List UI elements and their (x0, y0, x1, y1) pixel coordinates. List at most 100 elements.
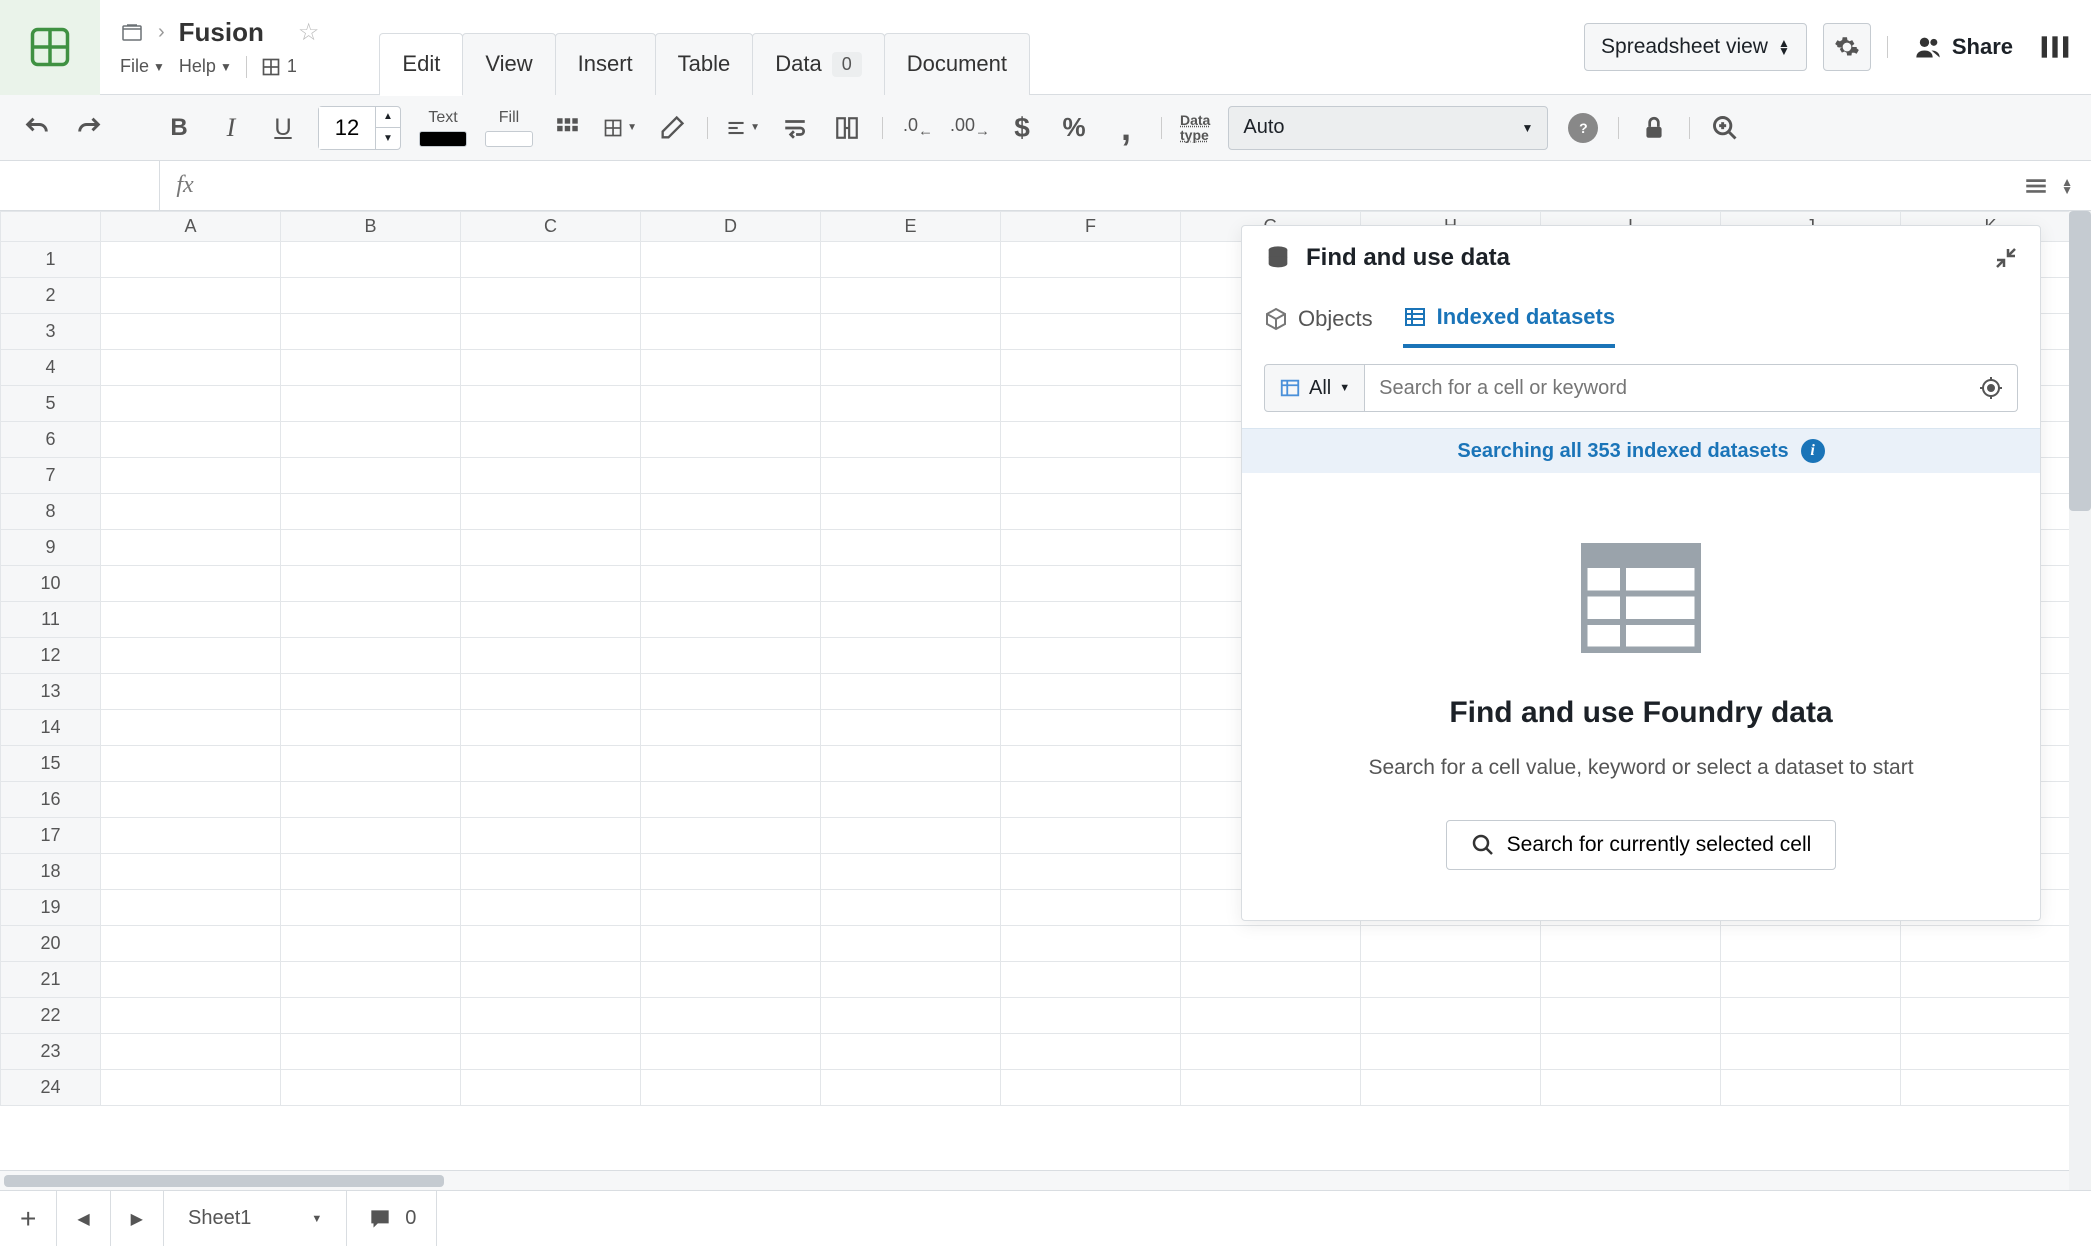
row-header[interactable]: 19 (1, 890, 101, 926)
next-sheet-button[interactable]: ▶ (111, 1191, 164, 1246)
cell[interactable] (101, 458, 281, 494)
column-header[interactable]: D (641, 212, 821, 242)
cell[interactable] (1001, 746, 1181, 782)
cell[interactable] (101, 854, 281, 890)
cell[interactable] (461, 458, 641, 494)
cell[interactable] (1721, 962, 1901, 998)
vertical-scrollbar[interactable] (2069, 211, 2091, 1190)
prev-sheet-button[interactable]: ◀ (57, 1191, 110, 1246)
cell[interactable] (461, 350, 641, 386)
cell[interactable] (461, 782, 641, 818)
cell[interactable] (641, 818, 821, 854)
cell[interactable] (1001, 890, 1181, 926)
thousands-button[interactable]: , (1109, 111, 1143, 145)
cell[interactable] (821, 458, 1001, 494)
info-icon[interactable]: i (1801, 439, 1825, 463)
cell[interactable] (281, 674, 461, 710)
cell[interactable] (461, 1034, 641, 1070)
cell[interactable] (641, 962, 821, 998)
cell[interactable] (101, 386, 281, 422)
cell[interactable] (1721, 998, 1901, 1034)
app-logo[interactable] (0, 0, 100, 95)
cell[interactable] (1181, 1070, 1361, 1106)
row-header[interactable]: 14 (1, 710, 101, 746)
cell[interactable] (281, 1034, 461, 1070)
cell[interactable] (281, 458, 461, 494)
cell[interactable] (101, 530, 281, 566)
column-header[interactable]: B (281, 212, 461, 242)
cell[interactable] (101, 278, 281, 314)
cell[interactable] (101, 710, 281, 746)
data-type-select[interactable]: Auto ▼ (1228, 106, 1548, 150)
menu-lines-icon[interactable] (2023, 173, 2049, 199)
cell[interactable] (101, 926, 281, 962)
align-button[interactable]: ▼ (726, 111, 760, 145)
row-header[interactable]: 18 (1, 854, 101, 890)
cell[interactable] (641, 638, 821, 674)
cell[interactable] (281, 566, 461, 602)
tab-document[interactable]: Document (884, 33, 1030, 95)
cell[interactable] (821, 386, 1001, 422)
cell-reference-box[interactable] (0, 161, 160, 210)
cell[interactable] (1001, 494, 1181, 530)
cell[interactable] (641, 494, 821, 530)
row-header[interactable]: 3 (1, 314, 101, 350)
increase-decimal-button[interactable]: .00→ (953, 111, 987, 145)
cell[interactable] (1721, 1070, 1901, 1106)
cell[interactable] (821, 890, 1001, 926)
cell[interactable] (461, 566, 641, 602)
cell[interactable] (1001, 458, 1181, 494)
cell[interactable] (1001, 710, 1181, 746)
cell[interactable] (1001, 854, 1181, 890)
cell[interactable] (1001, 242, 1181, 278)
cell[interactable] (281, 890, 461, 926)
cell[interactable] (641, 674, 821, 710)
cell[interactable] (821, 566, 1001, 602)
row-header[interactable]: 11 (1, 602, 101, 638)
cell[interactable] (461, 602, 641, 638)
cell[interactable] (101, 962, 281, 998)
cell[interactable] (461, 386, 641, 422)
cell[interactable] (1181, 926, 1361, 962)
cell[interactable] (281, 314, 461, 350)
tab-edit[interactable]: Edit (379, 33, 463, 95)
cell[interactable] (1001, 638, 1181, 674)
cell[interactable] (461, 962, 641, 998)
cell[interactable] (461, 710, 641, 746)
cell[interactable] (821, 242, 1001, 278)
cell[interactable] (1001, 278, 1181, 314)
cell[interactable] (641, 782, 821, 818)
tab-table[interactable]: Table (655, 33, 754, 95)
cell[interactable] (1001, 350, 1181, 386)
target-icon[interactable] (1979, 376, 2003, 400)
column-header[interactable]: C (461, 212, 641, 242)
help-button[interactable]: ? (1566, 111, 1600, 145)
formula-input[interactable] (210, 161, 2005, 210)
panel-search-input[interactable] (1379, 377, 1979, 400)
cell[interactable] (1181, 1034, 1361, 1070)
collapse-icon[interactable] (1994, 246, 2018, 270)
horizontal-scrollbar[interactable] (0, 1170, 2091, 1190)
cell[interactable] (281, 854, 461, 890)
cell[interactable] (821, 854, 1001, 890)
cell[interactable] (821, 1070, 1001, 1106)
cell[interactable] (1001, 818, 1181, 854)
underline-button[interactable]: U (266, 111, 300, 145)
cell[interactable] (1541, 926, 1721, 962)
cell[interactable] (641, 1070, 821, 1106)
zoom-button[interactable] (1708, 111, 1742, 145)
cell[interactable] (281, 278, 461, 314)
font-size-down[interactable]: ▼ (376, 128, 400, 149)
cell[interactable] (821, 602, 1001, 638)
cell[interactable] (1001, 962, 1181, 998)
cell[interactable] (101, 602, 281, 638)
cell[interactable] (641, 386, 821, 422)
undo-button[interactable] (20, 111, 54, 145)
cell[interactable] (1001, 566, 1181, 602)
cell[interactable] (461, 854, 641, 890)
dataset-filter-dropdown[interactable]: All ▼ (1264, 364, 1365, 412)
cell[interactable] (1001, 1070, 1181, 1106)
cell[interactable] (641, 350, 821, 386)
cell[interactable] (461, 494, 641, 530)
cell[interactable] (821, 962, 1001, 998)
